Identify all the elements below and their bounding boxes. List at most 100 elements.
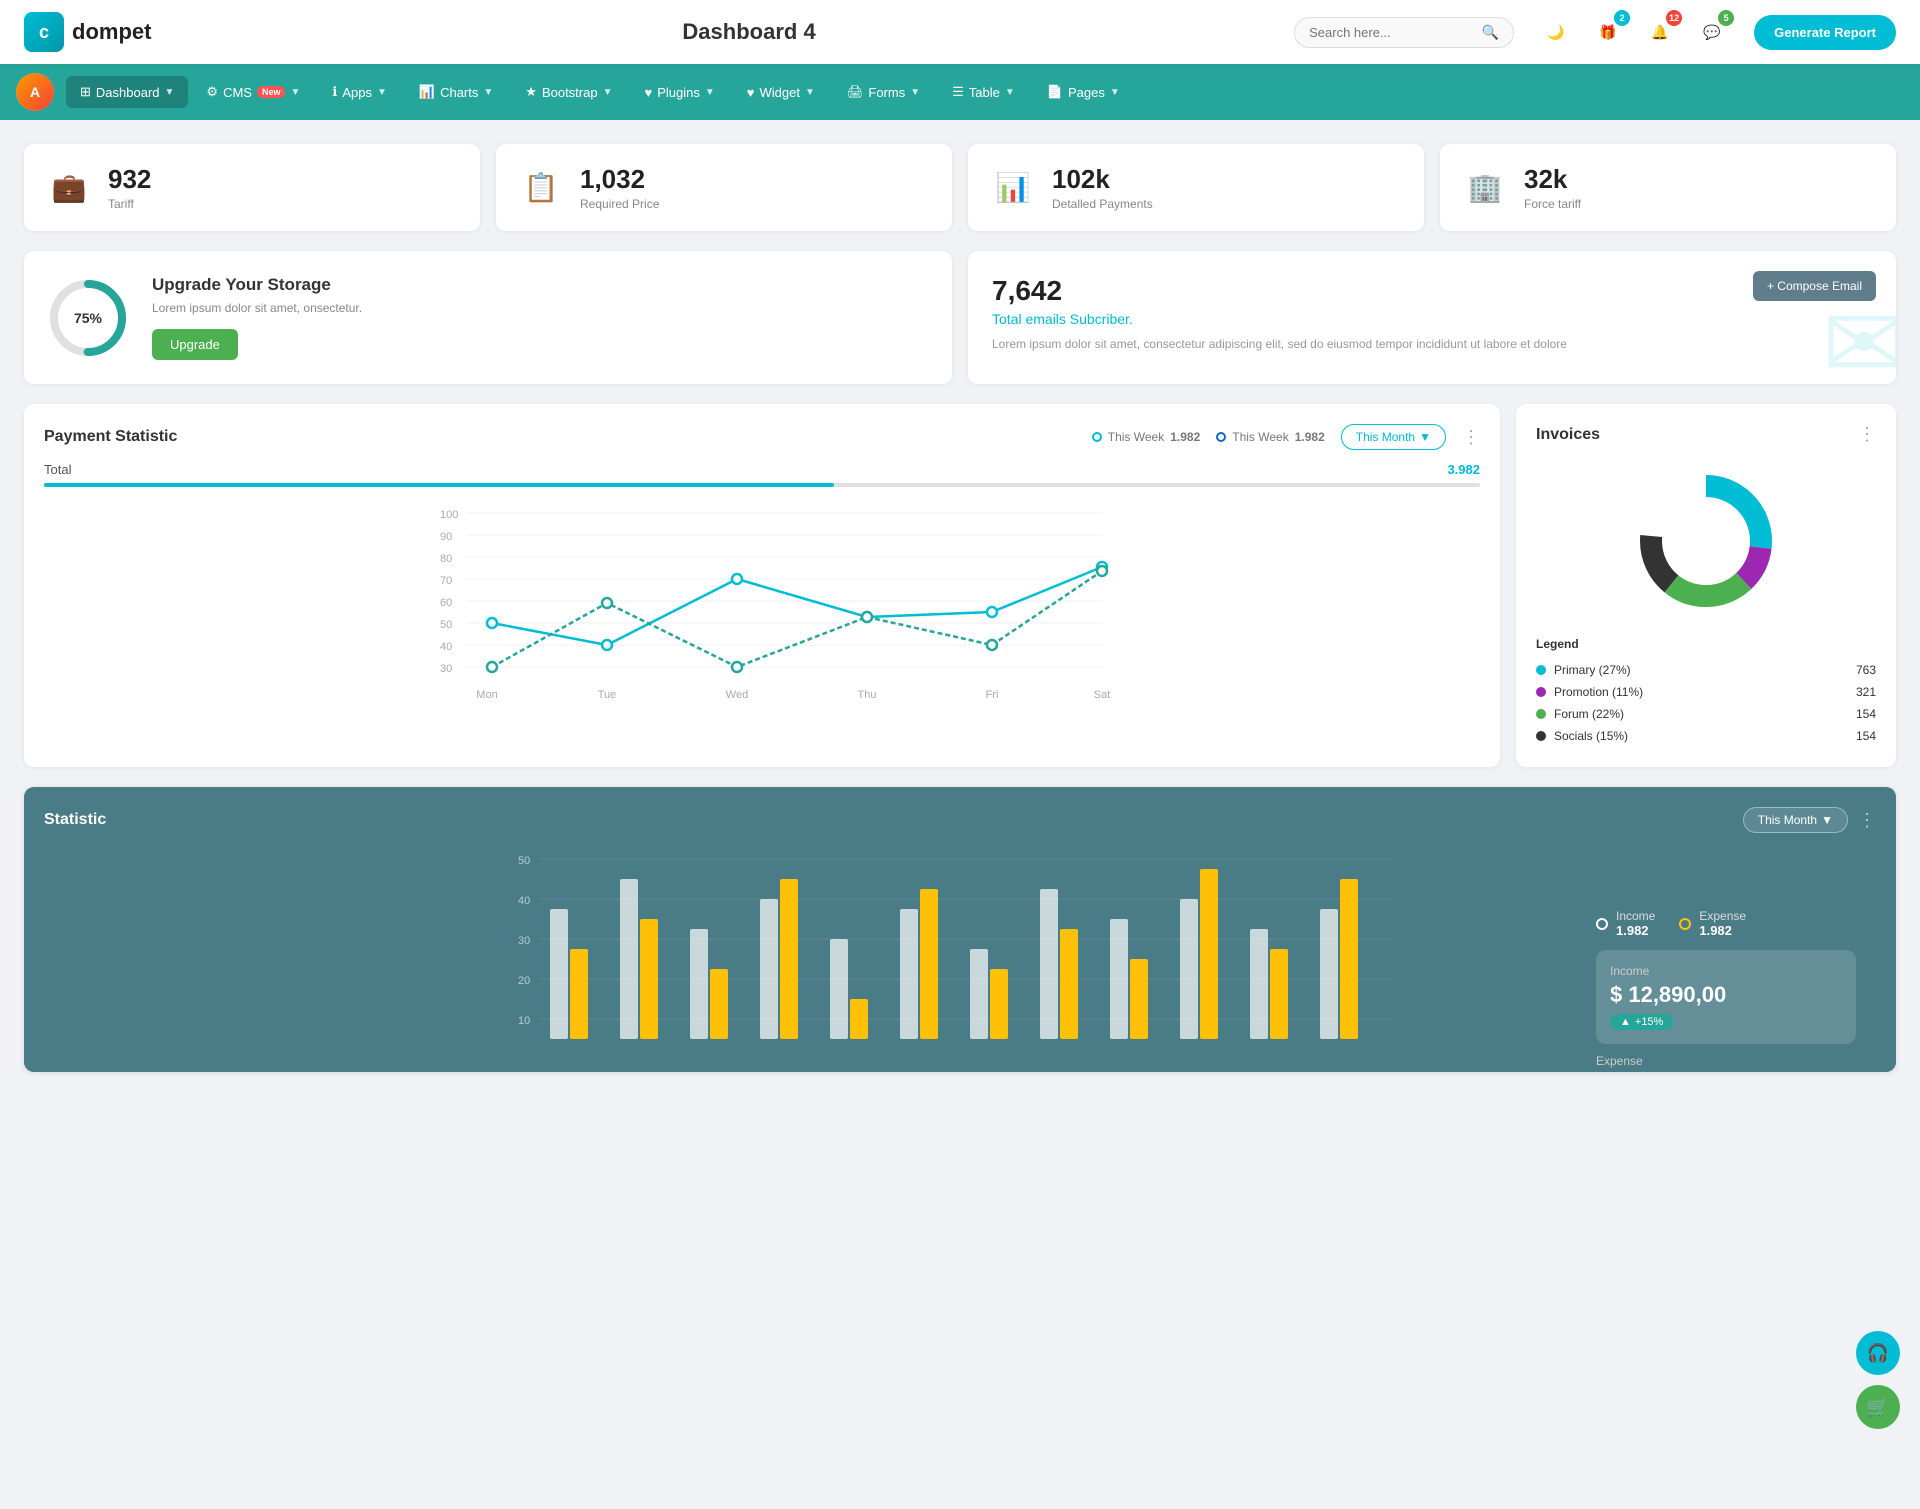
search-area: 🔍 🌙 🎁 2 🔔 12 💬 5 Generate Report <box>1294 14 1896 50</box>
upgrade-button[interactable]: Upgrade <box>152 329 238 360</box>
sidebar-item-bootstrap[interactable]: ★ Bootstrap ▼ <box>511 76 626 108</box>
tariff-value: 932 <box>108 164 151 195</box>
payment-card: Payment Statistic This Week 1.982 This W… <box>24 404 1500 767</box>
teal-dot <box>1092 432 1102 442</box>
mid-row: 75% Upgrade Your Storage Lorem ipsum dol… <box>24 251 1896 384</box>
payment-line-chart: 100 90 80 70 60 50 40 30 <box>44 503 1480 703</box>
svg-text:Wed: Wed <box>726 689 748 701</box>
svg-text:40: 40 <box>518 895 530 907</box>
generate-report-button[interactable]: Generate Report <box>1754 15 1896 50</box>
table-icon: ☰ <box>952 84 964 100</box>
legend-left: Primary (27%) <box>1536 663 1631 677</box>
invoices-card: Invoices ⋮ Legend <box>1516 404 1896 767</box>
gift-badge: 2 <box>1614 10 1630 26</box>
payments-icon: 📊 <box>990 165 1036 211</box>
force-tariff-value: 32k <box>1524 164 1581 195</box>
required-price-value: 1,032 <box>580 164 659 195</box>
search-box[interactable]: 🔍 <box>1294 17 1514 48</box>
blue-dot <box>1216 432 1226 442</box>
legend-left: Promotion (11%) <box>1536 685 1643 699</box>
tariff-label: Tariff <box>108 197 151 211</box>
sidebar-item-charts[interactable]: 📊 Charts ▼ <box>405 76 507 108</box>
logo-text: dompet <box>72 19 151 45</box>
statistic-card: Statistic This Month ▼ ⋮ 50 40 30 20 10 <box>24 787 1896 1072</box>
dashboard-icon: ⊞ <box>80 84 91 100</box>
progress-bar <box>44 483 1480 487</box>
statistic-more-icon[interactable]: ⋮ <box>1858 810 1876 831</box>
email-desc: Lorem ipsum dolor sit amet, consectetur … <box>992 337 1872 351</box>
storage-card: 75% Upgrade Your Storage Lorem ipsum dol… <box>24 251 952 384</box>
top-header: c dompet Dashboard 4 🔍 🌙 🎁 2 🔔 12 💬 5 <box>0 0 1920 64</box>
stat-period-button[interactable]: This Month ▼ <box>1743 807 1848 833</box>
moon-toggle[interactable]: 🌙 <box>1538 14 1574 50</box>
svg-text:30: 30 <box>440 663 452 675</box>
cart-fab-button[interactable]: 🛒 <box>1856 1385 1900 1429</box>
required-price-icon: 📋 <box>518 165 564 211</box>
search-icon[interactable]: 🔍 <box>1482 24 1499 41</box>
arrow-up-icon: ▲ <box>1620 1016 1631 1028</box>
gift-icon: 🎁 <box>1599 24 1616 41</box>
more-options-icon[interactable]: ⋮ <box>1462 427 1480 448</box>
charts-icon: 📊 <box>419 84 435 100</box>
sidebar-item-forms[interactable]: 🖨 Forms ▼ <box>833 76 934 108</box>
sidebar-item-dashboard[interactable]: ⊞ Dashboard ▼ <box>66 76 188 108</box>
forum-label: Forum (22%) <box>1554 707 1624 721</box>
logo-icon: c <box>24 12 64 52</box>
moon-icon: 🌙 <box>1547 24 1564 41</box>
bootstrap-icon: ★ <box>525 84 537 100</box>
sidebar-item-plugins[interactable]: ♥ Plugins ▼ <box>631 77 729 108</box>
invoices-title: Invoices <box>1536 426 1600 444</box>
chevron-down-icon: ▼ <box>805 87 815 98</box>
legend-item-1: This Week 1.982 <box>1092 430 1201 444</box>
header-icons: 🌙 🎁 2 🔔 12 💬 5 <box>1538 14 1730 50</box>
bell-button[interactable]: 🔔 12 <box>1642 14 1678 50</box>
search-input[interactable] <box>1309 25 1482 40</box>
promotion-value: 321 <box>1856 685 1876 699</box>
sidebar-item-apps[interactable]: ℹ Apps ▼ <box>318 76 401 108</box>
stat-cards-row: 💼 932 Tariff 📋 1,032 Required Price 📊 10… <box>24 144 1896 231</box>
socials-value: 154 <box>1856 729 1876 743</box>
sidebar-item-table[interactable]: ☰ Table ▼ <box>938 76 1029 108</box>
pages-icon: 📄 <box>1047 84 1063 100</box>
promotion-label: Promotion (11%) <box>1554 685 1643 699</box>
chevron-down-icon: ▼ <box>1110 87 1120 98</box>
payments-label: Detalled Payments <box>1052 197 1153 211</box>
support-icon: 🎧 <box>1867 1343 1889 1364</box>
gift-button[interactable]: 🎁 2 <box>1590 14 1626 50</box>
fab-container: 🎧 🛒 <box>1856 1331 1900 1429</box>
chevron-down-icon: ▼ <box>483 87 493 98</box>
stat-card-payments: 📊 102k Detalled Payments <box>968 144 1424 231</box>
period-label: This Month <box>1356 430 1415 444</box>
period-button[interactable]: This Month ▼ <box>1341 424 1446 450</box>
support-fab-button[interactable]: 🎧 <box>1856 1331 1900 1375</box>
cms-icon: ⚙ <box>206 84 218 100</box>
total-label: Total <box>44 462 71 477</box>
payment-meta: This Week 1.982 This Week 1.982 This Mon… <box>1092 424 1480 450</box>
svg-text:90: 90 <box>440 531 452 543</box>
chevron-down-icon: ▼ <box>1005 87 1015 98</box>
primary-label: Primary (27%) <box>1554 663 1631 677</box>
svg-text:60: 60 <box>440 597 452 609</box>
invoices-more-icon[interactable]: ⋮ <box>1858 424 1876 445</box>
legend-section: Legend Primary (27%) 763 Promotion (11%)… <box>1536 637 1876 747</box>
statistic-title: Statistic <box>44 811 106 829</box>
chevron-down-icon: ▼ <box>165 87 175 98</box>
total-value: 3.982 <box>1447 462 1480 477</box>
svg-text:70: 70 <box>440 575 452 587</box>
nav-bar: A ⊞ Dashboard ▼ ⚙ CMS New ▼ ℹ Apps ▼ 📊 C… <box>0 64 1920 120</box>
sidebar-item-cms[interactable]: ⚙ CMS New ▼ <box>192 76 314 108</box>
svg-text:Fri: Fri <box>986 689 999 701</box>
bell-icon: 🔔 <box>1651 24 1668 41</box>
sidebar-item-widget[interactable]: ♥ Widget ▼ <box>733 77 829 108</box>
total-row: Total 3.982 <box>44 462 1480 477</box>
sidebar-item-pages[interactable]: 📄 Pages ▼ <box>1033 76 1134 108</box>
widget-icon: ♥ <box>747 85 755 100</box>
bell-badge: 12 <box>1666 10 1682 26</box>
chat-button[interactable]: 💬 5 <box>1694 14 1730 50</box>
chat-badge: 5 <box>1718 10 1734 26</box>
required-price-label: Required Price <box>580 197 659 211</box>
income-legend-info: Income 1.982 <box>1616 909 1655 938</box>
chevron-down-icon: ▼ <box>1419 430 1431 444</box>
email-count: 7,642 <box>992 275 1872 307</box>
main-content: 💼 932 Tariff 📋 1,032 Required Price 📊 10… <box>0 120 1920 1096</box>
